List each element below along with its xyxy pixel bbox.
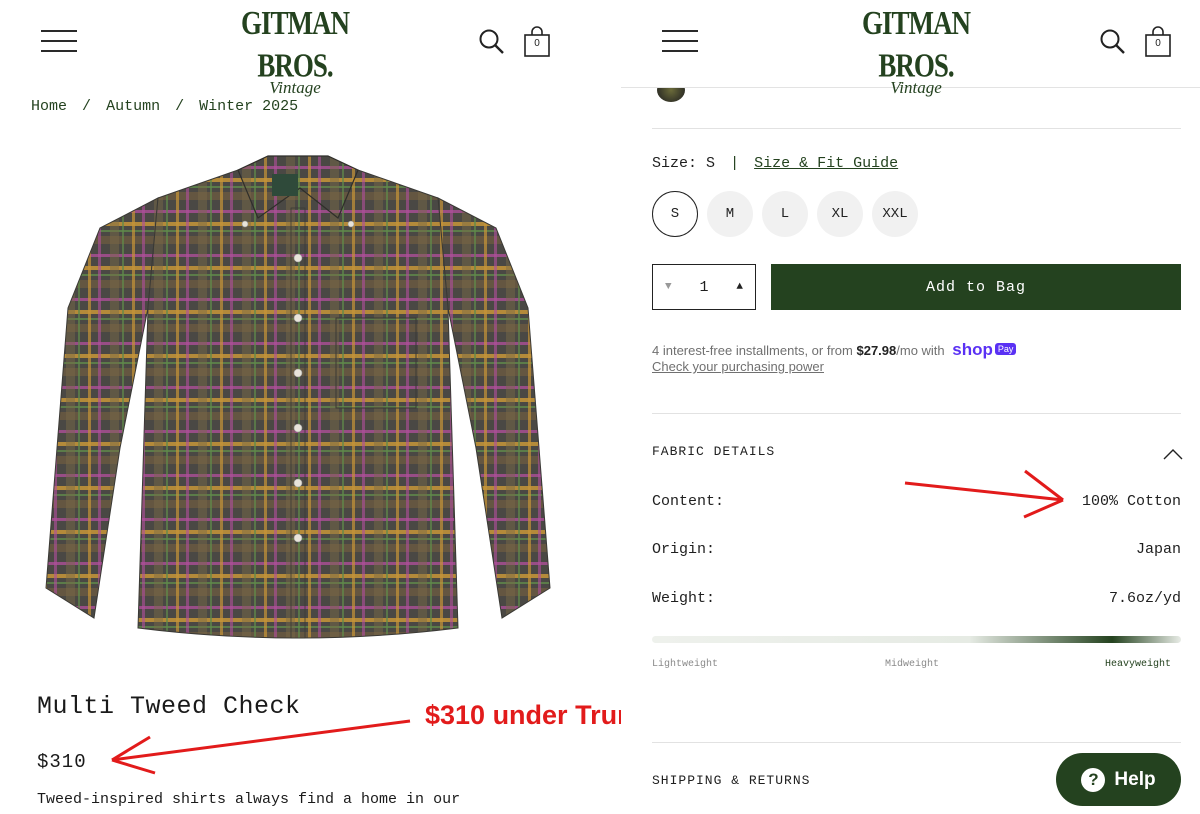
installments-prefix: 4 interest-free installments, or from — [652, 343, 853, 358]
spec-row-origin: Origin: Japan — [652, 541, 1181, 558]
brand-name: GITMAN BROS. — [241, 4, 350, 84]
divider — [652, 128, 1181, 129]
annotation-text: $310 under Trump — [425, 700, 621, 730]
bag-icon[interactable]: 0 — [524, 26, 550, 58]
weight-label-heavy: Heavyweight — [1105, 659, 1172, 670]
size-option-m[interactable]: M — [707, 191, 753, 237]
breadcrumb: Home / Autumn / Winter 2025 — [31, 98, 304, 115]
shop-pay-badge: Pay — [994, 343, 1017, 355]
search-icon[interactable] — [478, 28, 506, 56]
size-option-xxl[interactable]: XXL — [872, 191, 918, 237]
product-image[interactable] — [38, 148, 558, 648]
spec-value: 100% Cotton — [1081, 493, 1181, 510]
bag-count: 0 — [1155, 38, 1161, 49]
spec-row-weight: Weight: 7.6oz/yd — [652, 590, 1181, 607]
product-description: Tweed-inspired shirts always find a home… — [37, 791, 461, 808]
breadcrumb-separator: / — [175, 98, 185, 115]
site-header: GITMAN BROS. Vintage 0 — [621, 0, 1200, 97]
brand-logo[interactable]: GITMAN BROS. Vintage — [230, 4, 360, 97]
spec-label: Weight: — [652, 590, 716, 607]
installments-suffix: /mo with — [896, 343, 945, 358]
menu-icon[interactable] — [662, 30, 698, 54]
size-guide-link[interactable]: Size & Fit Guide — [754, 155, 898, 172]
quantity-stepper: ▼ 1 ▲ — [652, 264, 756, 310]
fabric-details-heading[interactable]: FABRIC DETAILS — [652, 444, 775, 459]
size-option-s[interactable]: S — [652, 191, 698, 237]
annotation-arrow-icon — [904, 469, 1064, 519]
shop-pay-logo: shop — [952, 340, 993, 359]
installments-text: 4 interest-free installments, or from $2… — [652, 340, 1017, 360]
spec-label: Origin: — [652, 541, 716, 558]
size-selected: S — [706, 155, 716, 172]
product-title: Multi Tweed Check — [37, 692, 301, 721]
breadcrumb-home[interactable]: Home — [31, 98, 67, 115]
breadcrumb-separator: / — [82, 98, 92, 115]
size-option-l[interactable]: L — [762, 191, 808, 237]
size-option-xl[interactable]: XL — [817, 191, 863, 237]
shipping-returns-heading[interactable]: SHIPPING & RETURNS — [652, 773, 810, 788]
size-label: Size: — [652, 155, 698, 172]
divider — [652, 413, 1181, 414]
product-price: $310 — [37, 751, 87, 773]
site-header: GITMAN BROS. Vintage 0 — [0, 0, 621, 97]
help-label: Help — [1114, 768, 1156, 790]
spec-row-content: Content: 100% Cotton — [652, 493, 1181, 510]
weight-scale-bar — [652, 636, 1181, 643]
weight-label-mid: Midweight — [885, 659, 940, 670]
brand-name: GITMAN BROS. — [862, 4, 971, 84]
quantity-increase-icon[interactable]: ▲ — [736, 281, 743, 293]
left-panel: GITMAN BROS. Vintage 0 Home / Autumn / W… — [0, 0, 621, 814]
spec-value: Japan — [1135, 541, 1181, 558]
right-panel: GITMAN BROS. Vintage 0 Size: S | Size & … — [621, 0, 1200, 814]
add-to-bag-button[interactable]: Add to Bag — [771, 264, 1181, 310]
help-icon: ? — [1081, 767, 1106, 792]
chevron-up-icon[interactable] — [1163, 448, 1183, 460]
bag-icon[interactable]: 0 — [1145, 26, 1171, 58]
size-row: Size: S | Size & Fit Guide — [652, 155, 898, 172]
spec-label: Content: — [652, 493, 725, 510]
purchasing-power-link[interactable]: Check your purchasing power — [652, 359, 824, 374]
brand-logo[interactable]: GITMAN BROS. Vintage — [851, 4, 981, 97]
bag-count: 0 — [534, 38, 540, 49]
quantity-value[interactable]: 1 — [699, 279, 708, 296]
size-separator: | — [730, 155, 740, 172]
divider — [652, 742, 1181, 743]
spec-value: 7.6oz/yd — [1108, 590, 1181, 607]
menu-icon[interactable] — [41, 30, 77, 54]
weight-label-light: Lightweight — [652, 659, 719, 670]
breadcrumb-autumn[interactable]: Autumn — [106, 98, 160, 115]
help-button[interactable]: ? Help — [1056, 753, 1181, 806]
installments-amount: $27.98 — [856, 343, 897, 358]
search-icon[interactable] — [1099, 28, 1127, 56]
breadcrumb-winter[interactable]: Winter 2025 — [199, 98, 298, 115]
quantity-decrease-icon[interactable]: ▼ — [665, 281, 672, 293]
